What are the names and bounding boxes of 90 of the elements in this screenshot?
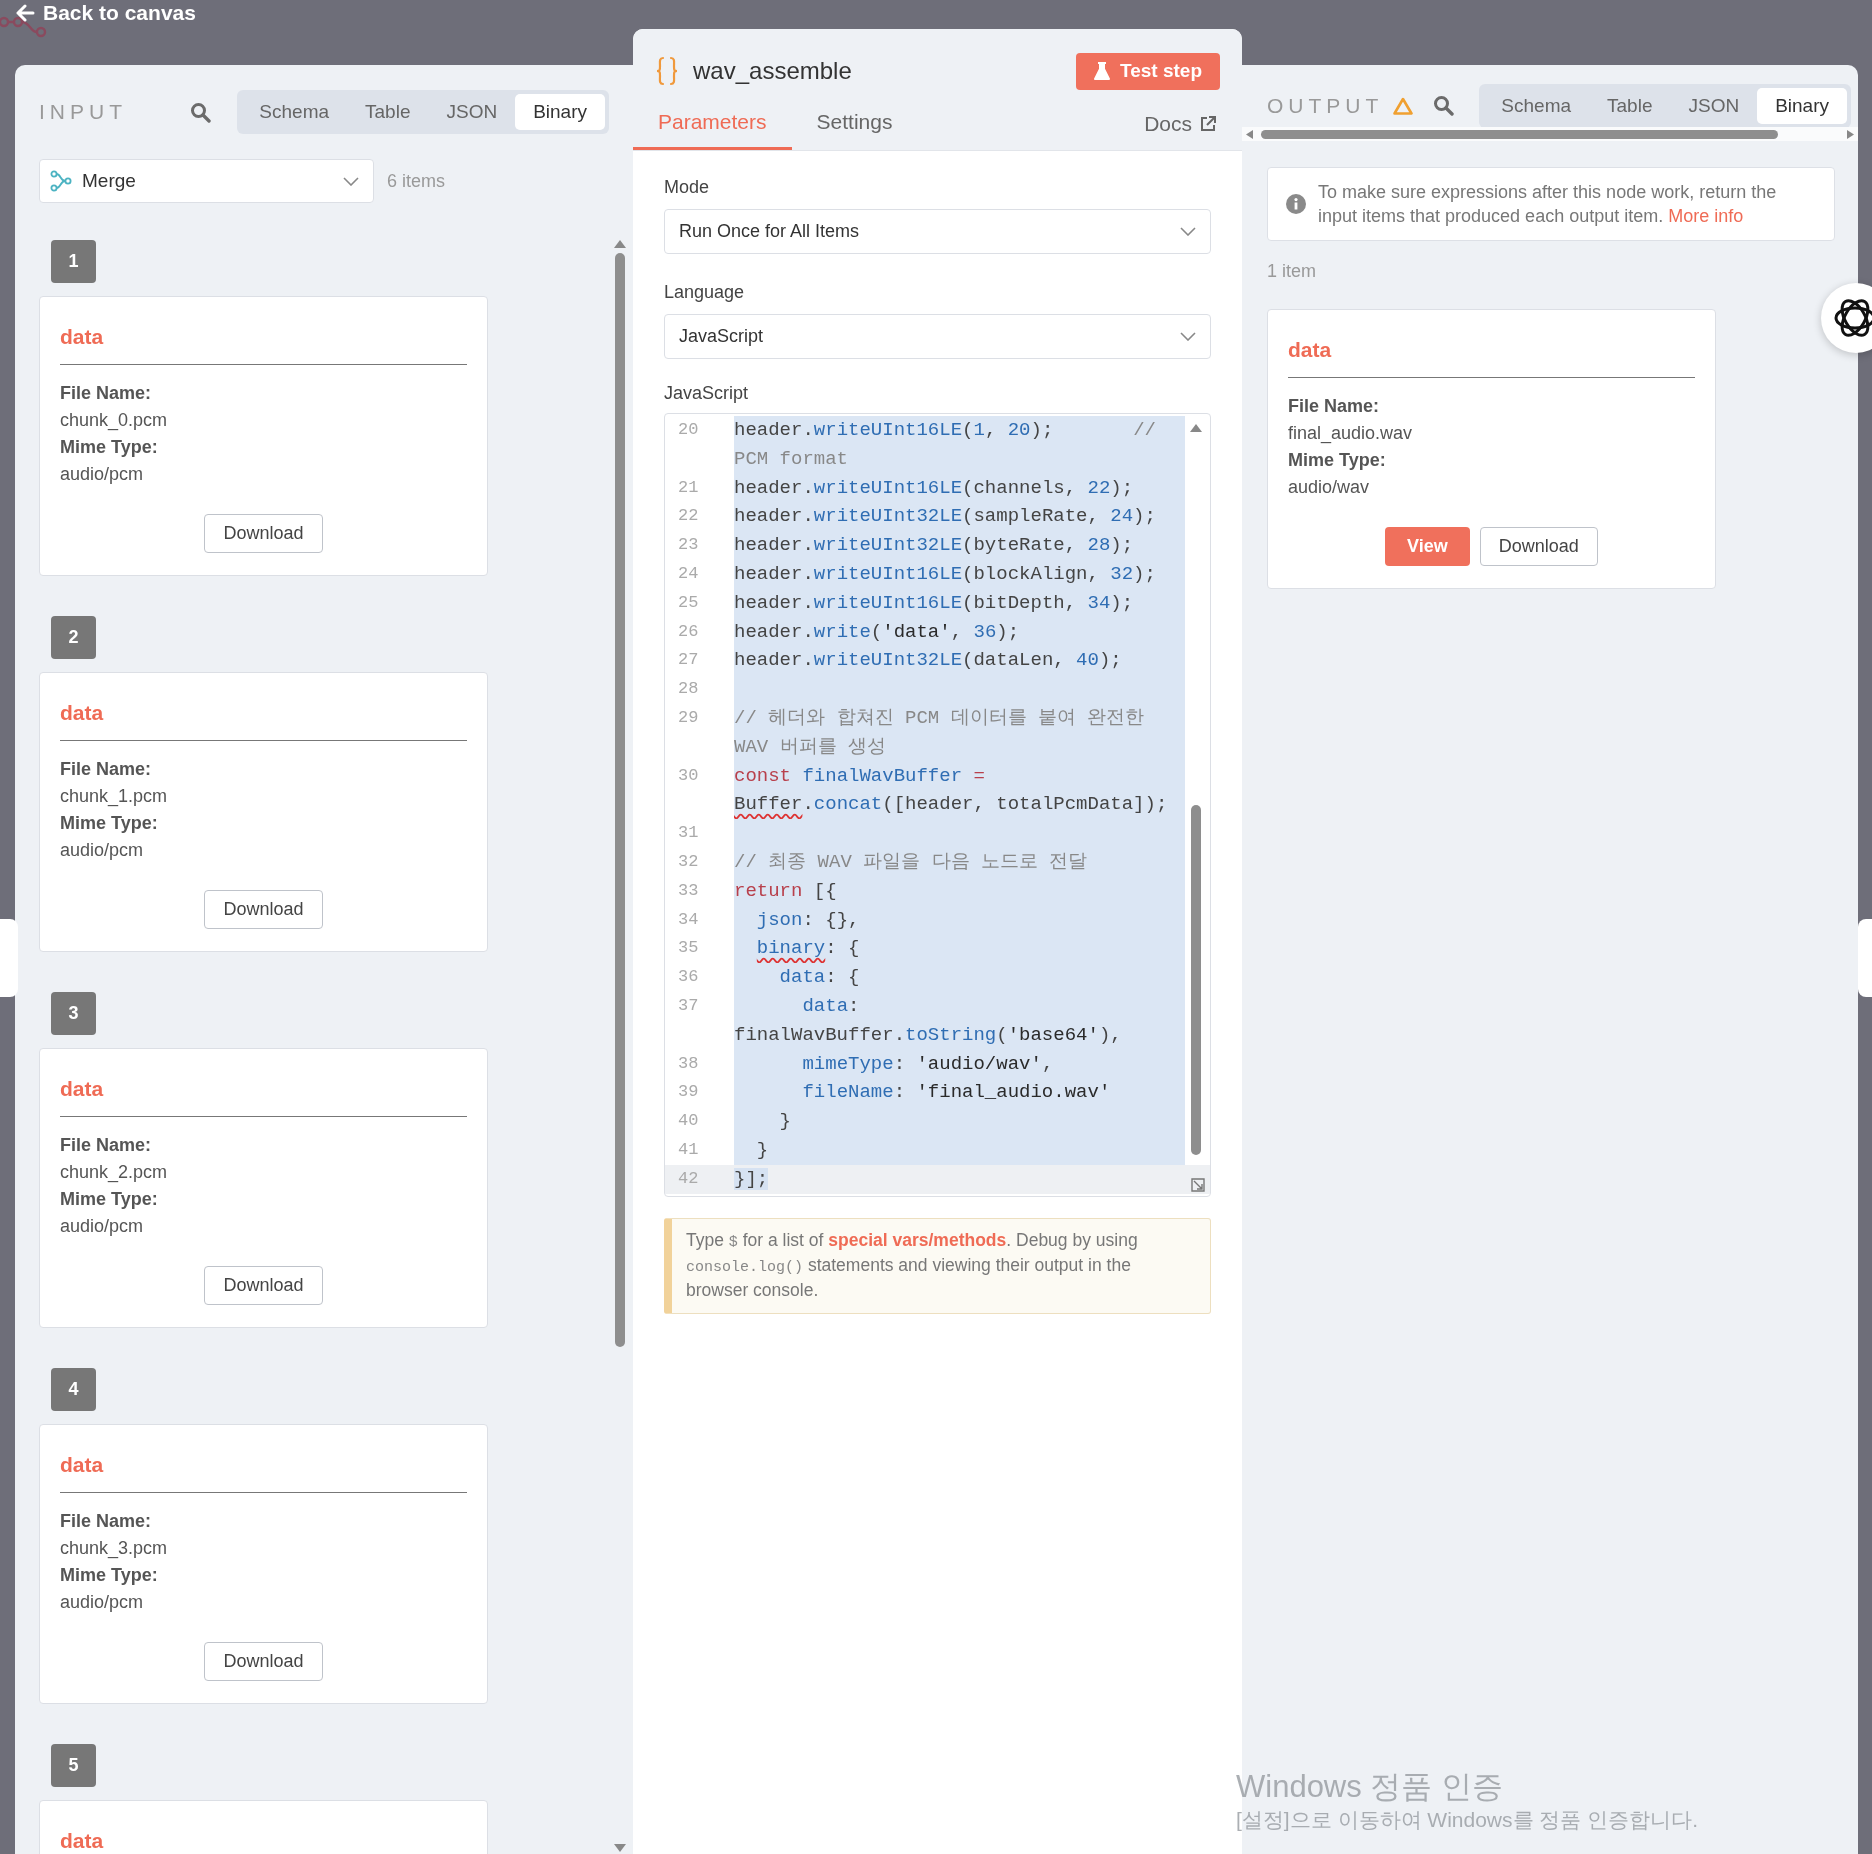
line-number: 23 bbox=[677, 534, 700, 557]
download-button[interactable]: Download bbox=[204, 514, 323, 553]
node-select[interactable]: Merge bbox=[39, 159, 374, 203]
field-label: Mime Type: bbox=[1288, 449, 1387, 472]
hint-text: Type $ for a list of special vars/methods. Debug by using console.log() statements and viewing their output in the browser console. bbox=[686, 1229, 1139, 1302]
field-label: JavaScript bbox=[664, 382, 750, 405]
special-vars-link[interactable]: special vars/methods bbox=[828, 1230, 1007, 1250]
view-tab[interactable]: Binary bbox=[1757, 87, 1847, 124]
line-number: 29 bbox=[677, 706, 700, 729]
line-number: 35 bbox=[677, 937, 700, 960]
line-number: 37 bbox=[677, 994, 700, 1017]
line-number: 34 bbox=[677, 908, 700, 931]
settings-tab[interactable]: Parameters bbox=[633, 110, 792, 150]
line-number: 42 bbox=[677, 1167, 700, 1190]
field-label: Mime Type: bbox=[60, 1564, 159, 1587]
item-number: 4 bbox=[51, 1368, 96, 1411]
line-number: 27 bbox=[677, 649, 700, 672]
back-button[interactable]: Back to canvas bbox=[15, 0, 196, 26]
view-tab[interactable]: JSON bbox=[428, 94, 516, 130]
download-button[interactable]: Download bbox=[204, 1642, 323, 1681]
item-count: 6 items bbox=[387, 170, 446, 192]
binary-title: data bbox=[60, 1076, 105, 1102]
field-value: final_audio.wav bbox=[1288, 422, 1414, 446]
field-value: audio/pcm bbox=[60, 1591, 145, 1614]
line-number: 36 bbox=[677, 966, 700, 989]
field-value: chunk_0.pcm bbox=[60, 409, 169, 433]
field-label: File Name: bbox=[60, 1510, 153, 1533]
field-label: File Name: bbox=[60, 382, 153, 405]
binary-title: data bbox=[60, 1452, 105, 1478]
download-button[interactable]: Download bbox=[1479, 527, 1598, 566]
field-value: audio/pcm bbox=[60, 463, 145, 486]
line-number: 20 bbox=[677, 419, 700, 441]
panel-title: OUTPUT bbox=[1267, 93, 1384, 118]
docs-link[interactable]: Docs bbox=[1144, 112, 1216, 136]
line-number: 39 bbox=[677, 1081, 700, 1104]
field-value: chunk_2.pcm bbox=[60, 1161, 169, 1185]
settings-tab[interactable]: Settings bbox=[791, 110, 918, 150]
line-number: 32 bbox=[677, 850, 700, 873]
test-step-button[interactable]: Test step bbox=[1076, 52, 1220, 90]
select-field[interactable]: JavaScript bbox=[664, 314, 1211, 359]
line-number: 38 bbox=[677, 1052, 700, 1075]
view-button[interactable]: View bbox=[1385, 527, 1470, 566]
field-label: File Name: bbox=[60, 758, 153, 781]
binary-title: data bbox=[60, 700, 105, 726]
field-label: Mime Type: bbox=[60, 812, 159, 835]
watermark-title: Windows 정품 인증 bbox=[1236, 1768, 1504, 1806]
field-label: Language bbox=[664, 281, 746, 304]
field-label: Mime Type: bbox=[60, 1188, 159, 1211]
line-number: 24 bbox=[677, 563, 700, 585]
notice-text: To make sure expressions after this node work, return the input items that produced each output item. More info bbox=[1318, 181, 1778, 228]
line-number: 26 bbox=[677, 620, 700, 643]
field-value: chunk_3.pcm bbox=[60, 1537, 169, 1561]
line-number: 33 bbox=[677, 879, 700, 902]
field-label: Mime Type: bbox=[60, 436, 159, 459]
item-count: 1 item bbox=[1267, 261, 1318, 281]
view-tab[interactable]: JSON bbox=[1670, 87, 1758, 124]
field-value: audio/wav bbox=[1288, 476, 1371, 499]
line-number: 30 bbox=[677, 764, 700, 787]
line-number: 28 bbox=[677, 678, 700, 701]
item-number: 5 bbox=[51, 1744, 96, 1787]
line-number: 31 bbox=[677, 822, 700, 845]
watermark-text: [설정]으로 이동하여 Windows를 정품 인증합니다. bbox=[1236, 1807, 1699, 1833]
binary-title: data bbox=[1288, 337, 1333, 363]
line-number: 41 bbox=[677, 1138, 700, 1161]
line-number: 21 bbox=[677, 476, 700, 499]
select-field[interactable]: Run Once for All Items bbox=[664, 209, 1211, 254]
line-number: 40 bbox=[677, 1110, 700, 1133]
binary-title: data bbox=[60, 1828, 105, 1854]
line-number: 22 bbox=[677, 505, 700, 528]
field-value: audio/pcm bbox=[60, 839, 145, 862]
binary-title: data bbox=[60, 324, 105, 350]
view-tab[interactable]: Schema bbox=[1483, 87, 1590, 124]
panel-title: INPUT bbox=[39, 100, 128, 124]
view-tab[interactable]: Binary bbox=[515, 94, 605, 130]
field-value: chunk_1.pcm bbox=[60, 785, 169, 809]
item-number: 3 bbox=[51, 992, 96, 1035]
field-label: File Name: bbox=[1288, 395, 1381, 418]
field-label: File Name: bbox=[60, 1134, 153, 1157]
download-button[interactable]: Download bbox=[204, 890, 323, 929]
node-title: wav_assemble bbox=[693, 57, 853, 85]
field-value: audio/pcm bbox=[60, 1215, 145, 1238]
more-info-link[interactable]: More info bbox=[1668, 206, 1744, 226]
view-tab[interactable]: Table bbox=[1589, 87, 1671, 124]
field-label: Mode bbox=[664, 176, 711, 199]
view-tab[interactable]: Table bbox=[347, 94, 429, 130]
download-button[interactable]: Download bbox=[204, 1266, 323, 1305]
line-number: 25 bbox=[677, 591, 700, 614]
view-tab[interactable]: Schema bbox=[241, 94, 348, 130]
item-number: 1 bbox=[51, 240, 96, 283]
item-number: 2 bbox=[51, 616, 96, 659]
